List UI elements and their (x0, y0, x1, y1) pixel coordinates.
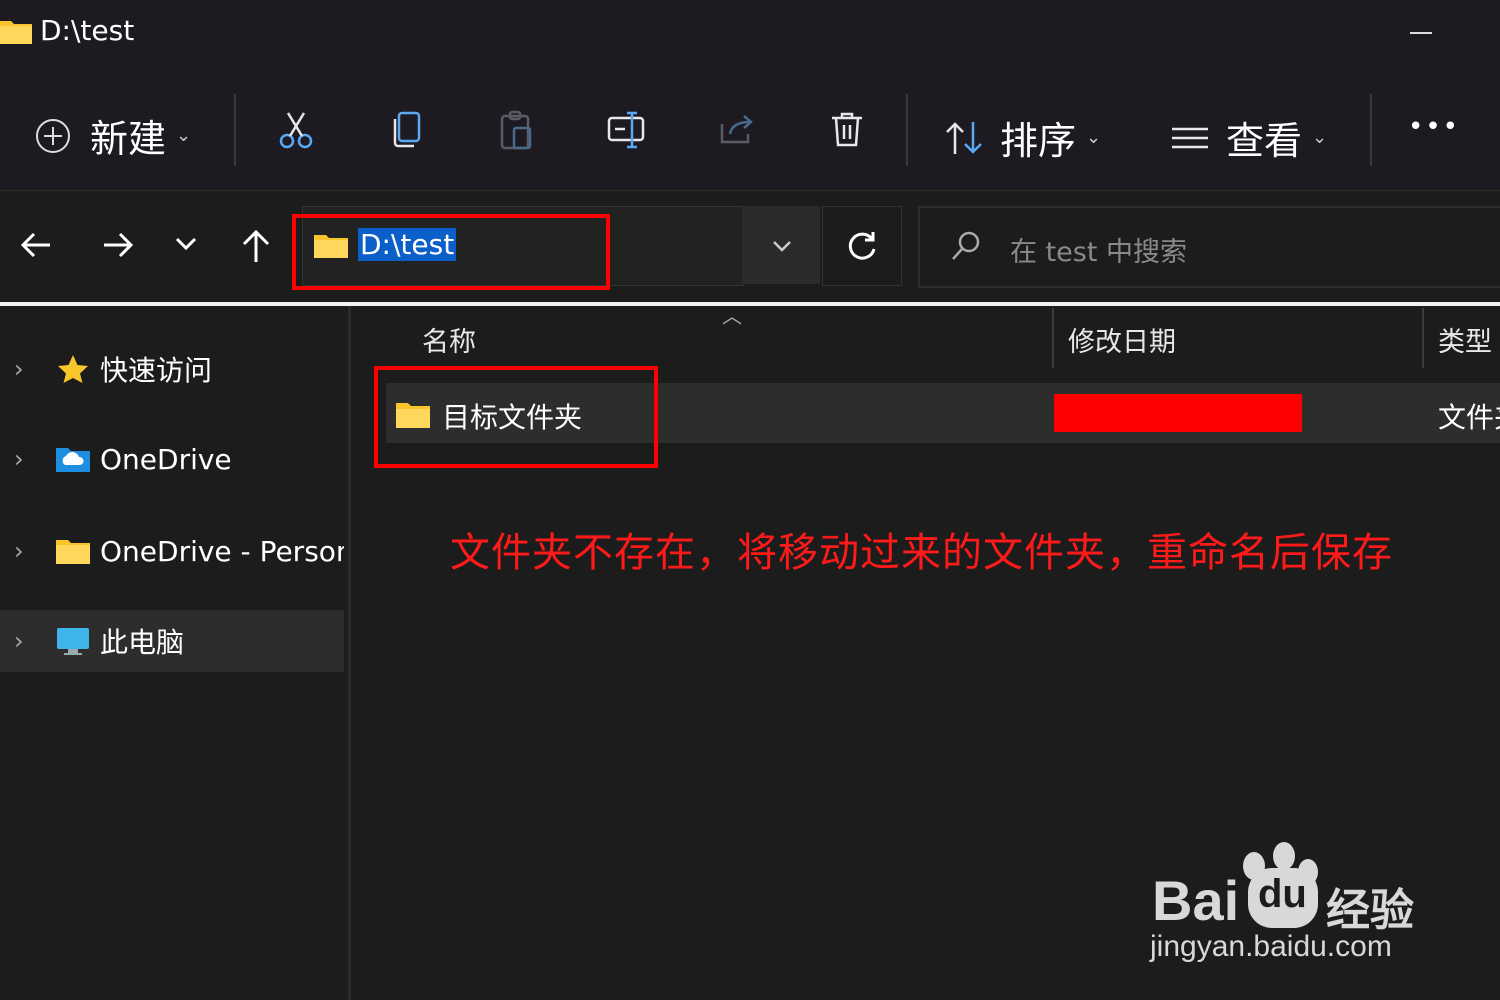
recent-locations-chevron-icon[interactable] (174, 236, 198, 252)
sidebar-item-label: OneDrive - Personal (100, 534, 344, 568)
sidebar-item-label: 此电脑 (100, 626, 185, 659)
sidebar-item-quick-access[interactable]: › 快速访问 (0, 338, 344, 400)
annotation-text: 文件夹不存在，将移动过来的文件夹，重命名后保存 (450, 530, 1393, 576)
column-header-date[interactable]: 修改日期 (1068, 320, 1176, 359)
copy-icon[interactable] (388, 110, 426, 150)
chevron-down-icon (773, 241, 791, 252)
sort-arrows-icon (946, 121, 982, 154)
cut-icon[interactable] (276, 110, 316, 150)
column-divider[interactable] (1052, 308, 1054, 368)
chevron-right-icon[interactable]: › (14, 537, 24, 565)
file-type: 文件夹 (1438, 401, 1500, 434)
this-pc-icon (57, 628, 89, 655)
chevron-down-icon: ⌄ (176, 125, 192, 146)
column-header-type[interactable]: 类型 (1438, 320, 1492, 359)
watermark-brand-cn: 经验 (1326, 885, 1414, 936)
up-arrow-icon[interactable] (240, 228, 272, 264)
toolbar-divider (234, 94, 236, 166)
star-icon (58, 355, 88, 383)
onedrive-cloud-icon (56, 448, 90, 472)
sidebar-item-this-pc[interactable]: › 此电脑 (0, 610, 344, 672)
refresh-icon (848, 232, 876, 260)
sidebar-item-onedrive[interactable]: › OneDrive (0, 428, 344, 490)
sort-button[interactable]: 排序 ⌄ (944, 110, 1101, 165)
delete-icon[interactable] (828, 110, 866, 150)
window-title: D:\test (40, 14, 135, 47)
file-annotation-box (374, 366, 658, 468)
forward-arrow-icon[interactable] (100, 230, 134, 260)
address-dropdown-button[interactable] (742, 206, 820, 284)
sidebar-item-label: OneDrive (100, 442, 232, 476)
folder-icon (0, 21, 32, 44)
address-annotation-box (292, 214, 610, 290)
list-view-icon (1172, 127, 1208, 148)
refresh-button[interactable] (822, 206, 902, 286)
minimize-button[interactable] (1398, 18, 1438, 48)
sort-caret-icon: ︿ (722, 304, 742, 328)
new-label: 新建 (90, 117, 167, 161)
paste-icon[interactable] (498, 110, 536, 152)
search-icon (952, 231, 980, 260)
toolbar-divider (1370, 94, 1372, 166)
plus-circle-icon (36, 118, 70, 153)
back-arrow-icon[interactable] (20, 230, 54, 260)
view-label: 查看 (1226, 119, 1303, 163)
chevron-right-icon[interactable]: › (14, 355, 24, 383)
watermark-brand: Bai (1152, 869, 1240, 932)
toolbar-divider (906, 94, 908, 166)
new-button[interactable]: 新建 ⌄ (34, 108, 191, 163)
folder-icon (56, 540, 90, 564)
search-box[interactable] (918, 206, 1500, 288)
chevron-right-icon[interactable]: › (14, 627, 24, 655)
search-input[interactable]: 在 test 中搜索 (1010, 230, 1187, 269)
redacted-date (1054, 394, 1302, 432)
navigation-pane: › 快速访问 › OneDrive › OneDrive - Personal … (0, 306, 351, 1000)
rename-icon[interactable] (606, 110, 648, 150)
view-button[interactable]: 查看 ⌄ (1170, 110, 1327, 165)
sidebar-item-onedrive-personal[interactable]: › OneDrive - Personal (0, 520, 344, 582)
column-header-name[interactable]: 名称 (422, 320, 476, 359)
column-divider[interactable] (1422, 308, 1424, 368)
watermark-url: jingyan.baidu.com (1150, 930, 1392, 963)
chevron-down-icon: ⌄ (1086, 127, 1102, 148)
chevron-right-icon[interactable]: › (14, 445, 24, 473)
chevron-down-icon: ⌄ (1312, 127, 1328, 148)
share-icon[interactable] (718, 110, 756, 148)
baidu-du-paw-icon: du (1248, 868, 1318, 928)
sidebar-item-label: 快速访问 (100, 354, 213, 387)
sort-label: 排序 (1000, 119, 1077, 163)
more-options-icon[interactable]: ••• (1408, 112, 1460, 142)
